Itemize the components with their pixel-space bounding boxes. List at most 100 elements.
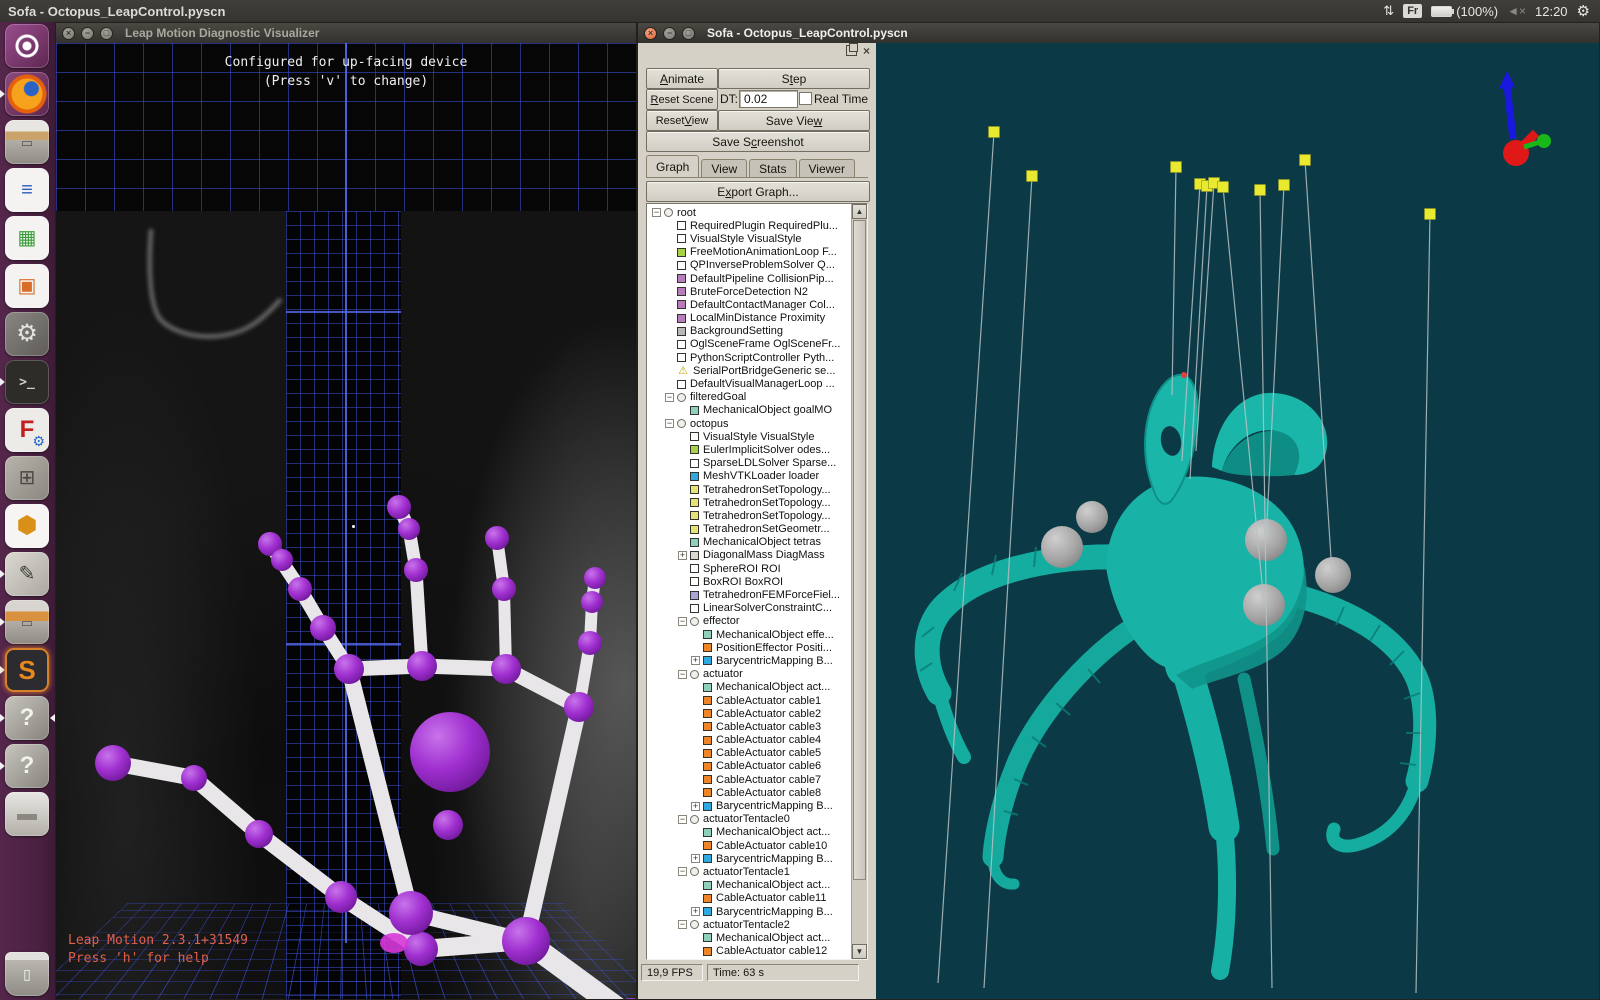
file-manager-icon[interactable]: ▭ (5, 120, 49, 164)
tree-item[interactable]: CableActuator cable4 (649, 734, 851, 747)
reset-view-button[interactable]: Reset View (646, 110, 718, 131)
real-time-checkbox[interactable] (799, 92, 812, 105)
tree-expander-icon[interactable]: − (678, 617, 687, 626)
tree-item[interactable]: BackgroundSetting (649, 325, 851, 338)
tree-expander-icon[interactable]: − (665, 419, 674, 428)
save-view-button[interactable]: Save View (718, 110, 870, 131)
dock-item-hard-disk[interactable]: ▬ (0, 790, 55, 838)
tree-item[interactable]: +BarycentricMapping B... (649, 654, 851, 667)
tree-item[interactable]: OglSceneFrame OglSceneFr... (649, 338, 851, 351)
dock-item-libreoffice-calc[interactable]: ▦ (0, 214, 55, 262)
close-panel-icon[interactable]: × (863, 46, 870, 56)
tree-item[interactable]: CableActuator cable12 (649, 945, 851, 958)
tree-item[interactable]: +BarycentricMapping B... (649, 799, 851, 812)
tree-item[interactable]: MechanicalObject act... (649, 931, 851, 944)
undock-panel-icon[interactable] (846, 45, 857, 56)
tab-stats[interactable]: Stats (749, 159, 796, 178)
dock-item-color-hexagon[interactable]: ⬢ (0, 502, 55, 550)
dash-home-icon[interactable] (5, 24, 49, 68)
tree-item[interactable]: +BarycentricMapping B... (649, 852, 851, 865)
dock-item-firefox[interactable] (0, 70, 55, 118)
tree-expander-icon[interactable]: + (691, 854, 700, 863)
tree-expander-icon[interactable]: − (678, 670, 687, 679)
tree-expander-icon[interactable]: − (678, 920, 687, 929)
session-gear-icon[interactable]: ⚙ (1577, 2, 1590, 20)
tree-item[interactable]: MechanicalObject act... (649, 826, 851, 839)
tree-item[interactable]: DefaultPipeline CollisionPip... (649, 272, 851, 285)
tree-expander-icon[interactable]: + (691, 656, 700, 665)
tree-item[interactable]: TetrahedronSetTopology... (649, 509, 851, 522)
dock-item-terminal[interactable]: >_ (0, 358, 55, 406)
tree-item[interactable]: MechanicalObject act... (649, 681, 851, 694)
tree-item[interactable]: DefaultVisualManagerLoop ... (649, 377, 851, 390)
reset-scene-button[interactable]: Reset Scene (646, 89, 718, 110)
tree-item[interactable]: PositionEffector Positi... (649, 641, 851, 654)
save-screenshot-button[interactable]: Save Screenshot (646, 131, 870, 152)
maximize-button[interactable]: □ (100, 27, 113, 40)
tree-item[interactable]: CableActuator cable11 (649, 892, 851, 905)
trash-icon[interactable]: ▯ (5, 952, 49, 996)
tree-item[interactable]: MechanicalObject goalMO (649, 404, 851, 417)
tree-item[interactable]: −effector (649, 615, 851, 628)
tree-scrollbar[interactable]: ▲ ▼ (851, 204, 867, 959)
tree-expander-icon[interactable]: + (691, 802, 700, 811)
tab-view[interactable]: View (701, 159, 747, 178)
dock-item-unknown-app-1[interactable]: ? (0, 694, 55, 742)
system-settings-icon[interactable]: ⚙ (5, 312, 49, 356)
tree-expander-icon[interactable]: − (652, 208, 661, 217)
dock-item-text-editor[interactable]: ✎ (0, 550, 55, 598)
dt-input[interactable]: 0.02 (739, 90, 798, 108)
dock-item-trash[interactable]: ▯ (0, 950, 55, 998)
tree-item[interactable]: −root (649, 206, 851, 219)
tree-item[interactable]: QPInverseProblemSolver Q... (649, 259, 851, 272)
minimize-button[interactable]: − (81, 27, 94, 40)
tree-item[interactable]: −actuatorTentacle1 (649, 865, 851, 878)
color-hexagon-icon[interactable]: ⬢ (5, 504, 49, 548)
tree-item[interactable]: TetrahedronSetTopology... (649, 483, 851, 496)
tab-viewer[interactable]: Viewer (799, 159, 855, 178)
scroll-up-icon[interactable]: ▲ (852, 204, 867, 219)
tree-item[interactable]: CableActuator cable7 (649, 773, 851, 786)
tree-item[interactable]: MechanicalObject act... (649, 879, 851, 892)
libreoffice-impress-icon[interactable]: ▣ (5, 264, 49, 308)
dock-item-unknown-app-2[interactable]: ? (0, 742, 55, 790)
tree-item[interactable]: CableActuator cable6 (649, 760, 851, 773)
dock-item-file-manager[interactable]: ▭ (0, 118, 55, 166)
tree-item[interactable]: MechanicalObject effe... (649, 628, 851, 641)
sofa-3d-viewport[interactable] (876, 43, 1599, 999)
animate-button[interactable]: Animate (646, 68, 718, 89)
battery-icon[interactable] (1431, 6, 1452, 17)
unknown-app-1-icon[interactable]: ? (5, 696, 49, 740)
tree-item[interactable]: LinearSolverConstraintC... (649, 602, 851, 615)
tree-expander-icon[interactable]: − (678, 867, 687, 876)
tab-graph[interactable]: Graph (646, 155, 699, 178)
leap-titlebar[interactable]: × − □ Leap Motion Diagnostic Visualizer (56, 23, 636, 43)
maximize-button[interactable]: □ (682, 27, 695, 40)
tree-expander-icon[interactable]: + (678, 551, 687, 560)
archive-manager-icon[interactable]: ▭ (5, 600, 49, 644)
tree-expander-icon[interactable]: − (665, 393, 674, 402)
tree-item[interactable]: LocalMinDistance Proximity (649, 312, 851, 325)
tree-item[interactable]: CableActuator cable3 (649, 720, 851, 733)
dock-item-archive-manager[interactable]: ▭ (0, 598, 55, 646)
close-button[interactable]: × (644, 27, 657, 40)
tree-item[interactable]: DefaultContactManager Col... (649, 298, 851, 311)
tree-item[interactable]: TetrahedronFEMForceFiel... (649, 588, 851, 601)
export-graph-button[interactable]: Export Graph... (646, 181, 870, 202)
tree-item[interactable]: CableActuator cable5 (649, 747, 851, 760)
tree-item[interactable]: TetrahedronSetGeometr... (649, 523, 851, 536)
tree-item[interactable]: −actuatorTentacle0 (649, 813, 851, 826)
tree-item[interactable]: SphereROI ROI (649, 562, 851, 575)
tree-item[interactable]: PythonScriptController Pyth... (649, 351, 851, 364)
tree-item[interactable]: CableActuator cable8 (649, 786, 851, 799)
tree-item[interactable]: +BarycentricMapping B... (649, 905, 851, 918)
dock-item-libreoffice-impress[interactable]: ▣ (0, 262, 55, 310)
tree-item[interactable]: MechanicalObject tetras (649, 536, 851, 549)
tree-item[interactable]: CableActuator cable1 (649, 694, 851, 707)
scrollbar-thumb[interactable] (853, 220, 866, 880)
volume-muted-icon[interactable]: ◄× (1507, 4, 1526, 18)
tree-item[interactable]: VisualStyle VisualStyle (649, 430, 851, 443)
dock-item-sofa[interactable]: S (0, 646, 55, 694)
dock-item-workspace-switcher[interactable]: ⊞ (0, 454, 55, 502)
clock[interactable]: 12:20 (1535, 4, 1568, 19)
